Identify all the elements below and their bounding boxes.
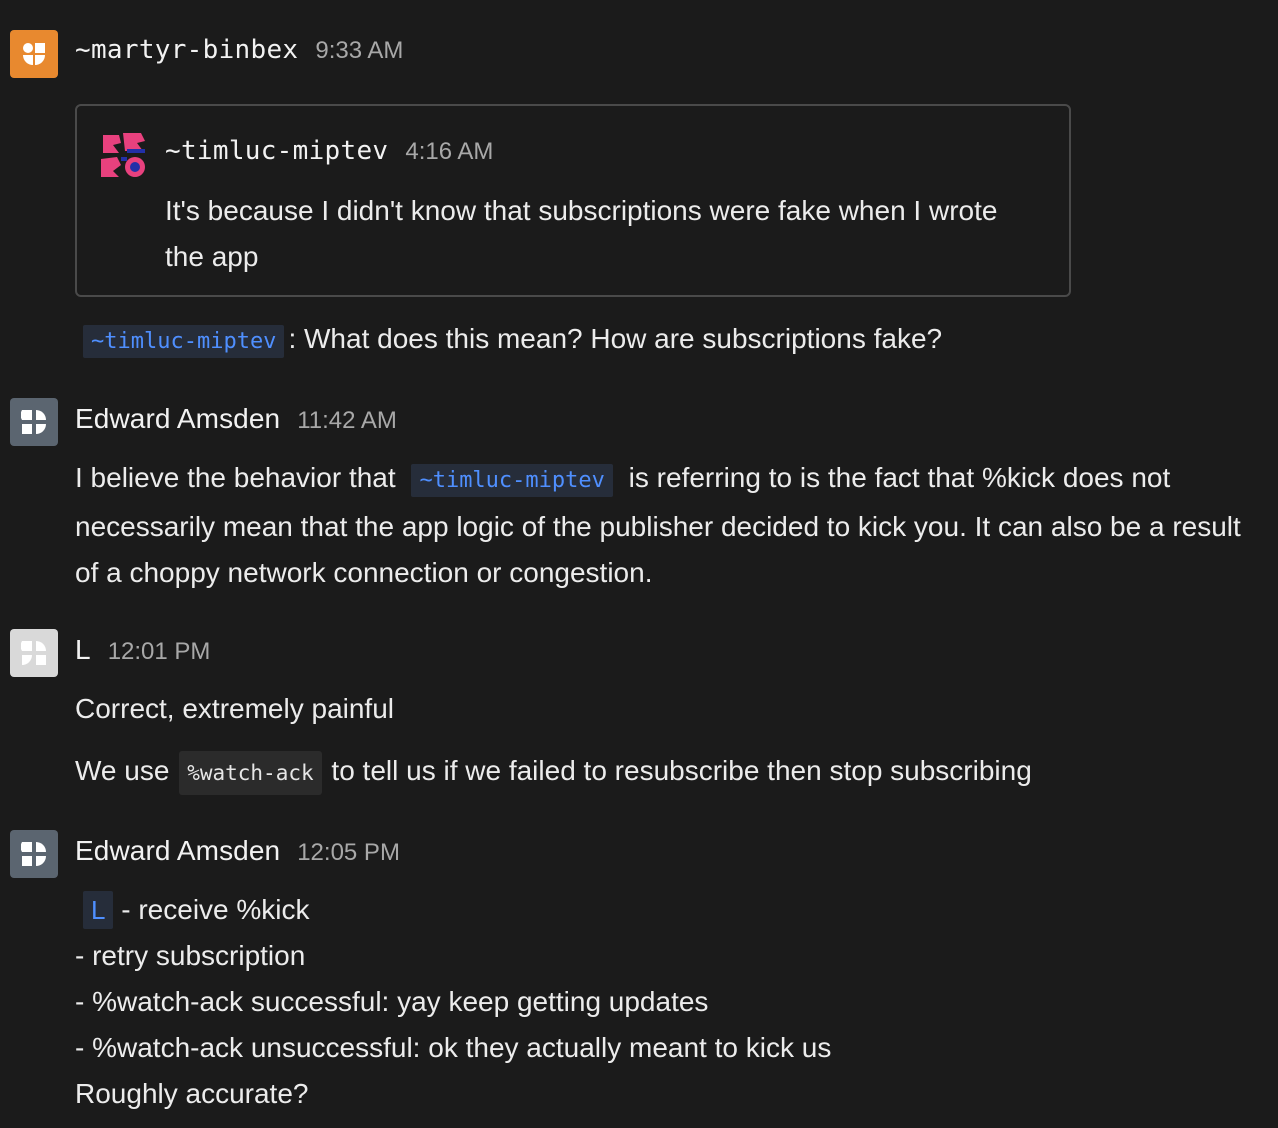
quoted-author-name[interactable]: ~timluc-miptev [165, 136, 388, 166]
sigil-avatar-icon [21, 641, 46, 665]
message-line: - %watch-ack unsuccessful: ok they actua… [75, 1032, 832, 1063]
timestamp: 11:42 AM [297, 407, 397, 434]
message-line: Roughly accurate? [75, 1078, 309, 1109]
message-line: L - receive %kick [75, 887, 1258, 933]
message-line: - retry subscription [75, 940, 306, 971]
sigil-avatar-icon [101, 133, 145, 177]
avatar[interactable] [10, 398, 58, 446]
message-fragment: We use [75, 755, 170, 786]
message-text: I believe the behavior that ~timluc-mipt… [75, 455, 1260, 596]
message-fragment: - receive %kick [121, 894, 310, 925]
author-name[interactable]: Edward Amsden [75, 835, 280, 867]
sigil-avatar-icon [23, 43, 45, 65]
timestamp: 9:33 AM [315, 37, 404, 64]
message-line: Correct, extremely painful [75, 693, 395, 724]
message-fragment: I believe the behavior that [75, 462, 396, 493]
quoted-message[interactable]: ~timluc-miptev 4:16 AM It's because I di… [75, 104, 1071, 297]
message-fragment: to tell us if we failed to resubscribe t… [331, 755, 1032, 786]
quoted-text: It's because I didn't know that subscrip… [165, 195, 998, 272]
author-name[interactable]: ~martyr-binbex [75, 35, 298, 65]
message-text: Correct, extremely painful [75, 686, 1258, 732]
ship-mention[interactable]: ~timluc-miptev [411, 464, 613, 497]
timestamp: 12:01 PM [107, 638, 211, 665]
quoted-timestamp: 4:16 AM [405, 138, 494, 165]
message-text: ~timluc-miptev: What does this mean? How… [75, 316, 1258, 365]
sigil-avatar-icon [21, 842, 46, 866]
sigil-avatar-icon [21, 410, 46, 434]
ship-mention[interactable]: L [83, 891, 114, 929]
inline-code: %watch-ack [179, 751, 322, 795]
avatar[interactable] [10, 629, 58, 677]
message-fragment: : What does this mean? How are subscript… [288, 323, 943, 354]
timestamp: 12:05 PM [297, 839, 400, 866]
author-name[interactable]: Edward Amsden [75, 403, 280, 435]
avatar[interactable] [10, 830, 58, 878]
avatar[interactable] [10, 30, 58, 78]
message-text: We use %watch-ack to tell us if we faile… [75, 748, 1258, 796]
author-name[interactable]: L [75, 634, 91, 666]
message-text: L - receive %kick - retry subscription -… [75, 887, 1258, 1117]
ship-mention[interactable]: ~timluc-miptev [83, 325, 285, 358]
message-line: - %watch-ack successful: yay keep gettin… [75, 986, 709, 1017]
avatar [99, 131, 147, 179]
